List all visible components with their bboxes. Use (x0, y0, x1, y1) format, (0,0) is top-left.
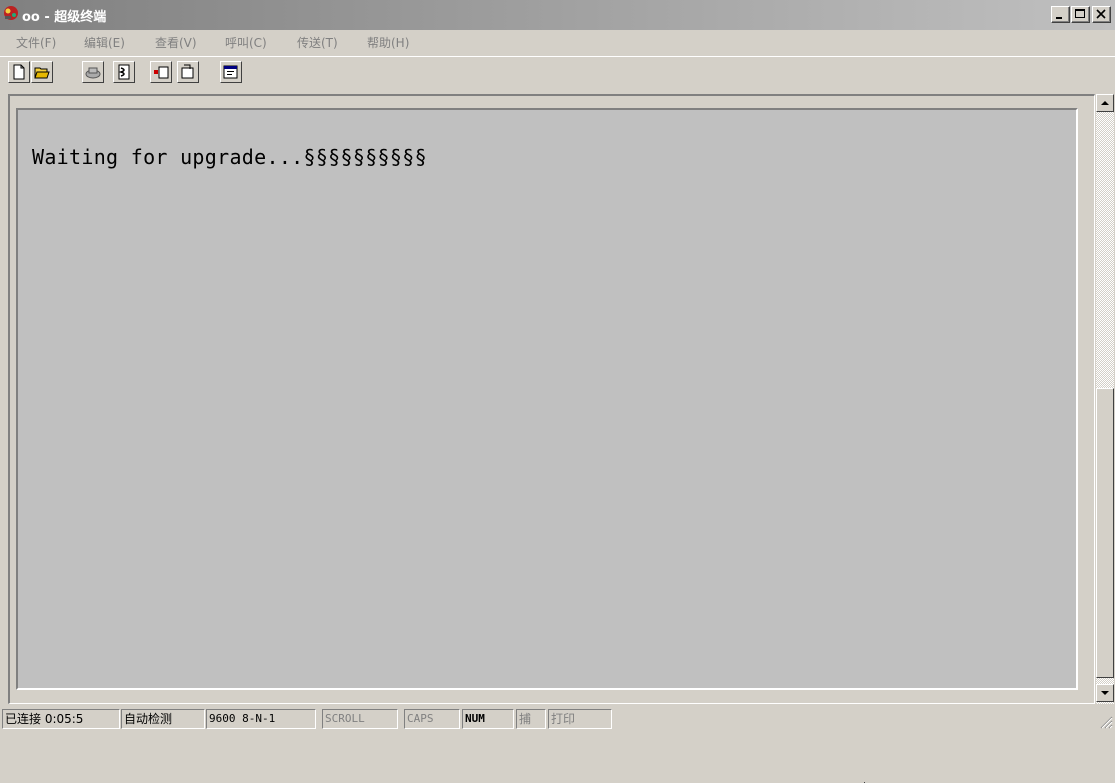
close-button[interactable] (1092, 6, 1111, 23)
hangup-button[interactable] (113, 61, 135, 83)
menu-bar: 文件(F) 编辑(E) 查看(V) 呼叫(C) 传送(T) 帮助(H) (0, 30, 1115, 54)
resize-grip-icon[interactable] (1099, 715, 1113, 729)
scroll-up-button[interactable] (1096, 94, 1114, 112)
maximize-button[interactable] (1071, 6, 1090, 23)
receive-button[interactable] (177, 61, 199, 83)
connect-icon (118, 64, 130, 80)
close-icon (1096, 9, 1106, 19)
status-print: 打印 (548, 709, 612, 729)
status-capture: 捕 (516, 709, 546, 729)
menu-file[interactable]: 文件(F) (16, 34, 56, 51)
properties-button[interactable] (220, 61, 242, 83)
app-icon[interactable] (2, 4, 20, 22)
terminal-screen[interactable]: Waiting for upgrade...§§§§§§§§§§ (16, 108, 1078, 783)
send-button[interactable] (150, 61, 172, 83)
caption-buttons (1050, 6, 1111, 24)
menu-edit[interactable]: 编辑(E) (84, 34, 125, 51)
open-icon (34, 67, 50, 79)
arrow-down-icon (1101, 691, 1109, 695)
disconnect-icon (85, 67, 101, 79)
maximize-icon (1075, 9, 1085, 18)
menu-transfer[interactable]: 传送(T) (297, 34, 338, 51)
menu-call[interactable]: 呼叫(C) (225, 34, 267, 51)
minimize-button[interactable] (1051, 6, 1070, 23)
properties-icon (223, 65, 238, 79)
status-connection-time: 已连接 0:05:5 (2, 709, 120, 729)
status-num: NUM (462, 709, 514, 729)
vertical-scrollbar[interactable] (1096, 94, 1114, 704)
window-title: oo - 超级终端 (22, 10, 107, 25)
call-button[interactable] (82, 61, 104, 83)
receive-icon (181, 64, 194, 79)
new-connection-button[interactable] (8, 61, 30, 83)
status-bar: 已连接 0:05:5 自动检测 9600 8-N-1 SCROLL CAPS N… (0, 708, 1115, 731)
scrollbar-thumb[interactable] (1096, 388, 1114, 678)
menu-help[interactable]: 帮助(H) (367, 34, 409, 51)
menu-view[interactable]: 查看(V) (155, 34, 197, 51)
send-icon (154, 66, 169, 79)
open-button[interactable] (31, 61, 53, 83)
minimize-icon (1056, 17, 1062, 19)
hyperterminal-window: oo - 超级终端 文件(F) 编辑(E) 查看(V) 呼叫(C) 传送(T) … (0, 0, 1115, 783)
status-detect: 自动检测 (121, 709, 205, 729)
title-bar[interactable]: oo - 超级终端 (0, 0, 1115, 30)
status-port-settings: 9600 8-N-1 (206, 709, 316, 729)
terminal-output-line: Waiting for upgrade...§§§§§§§§§§ (32, 145, 427, 169)
status-caps: CAPS (404, 709, 460, 729)
new-icon (13, 64, 25, 80)
toolbar (0, 56, 1115, 89)
arrow-up-icon (1101, 101, 1109, 105)
scroll-down-button[interactable] (1096, 684, 1114, 702)
status-scroll: SCROLL (322, 709, 398, 729)
